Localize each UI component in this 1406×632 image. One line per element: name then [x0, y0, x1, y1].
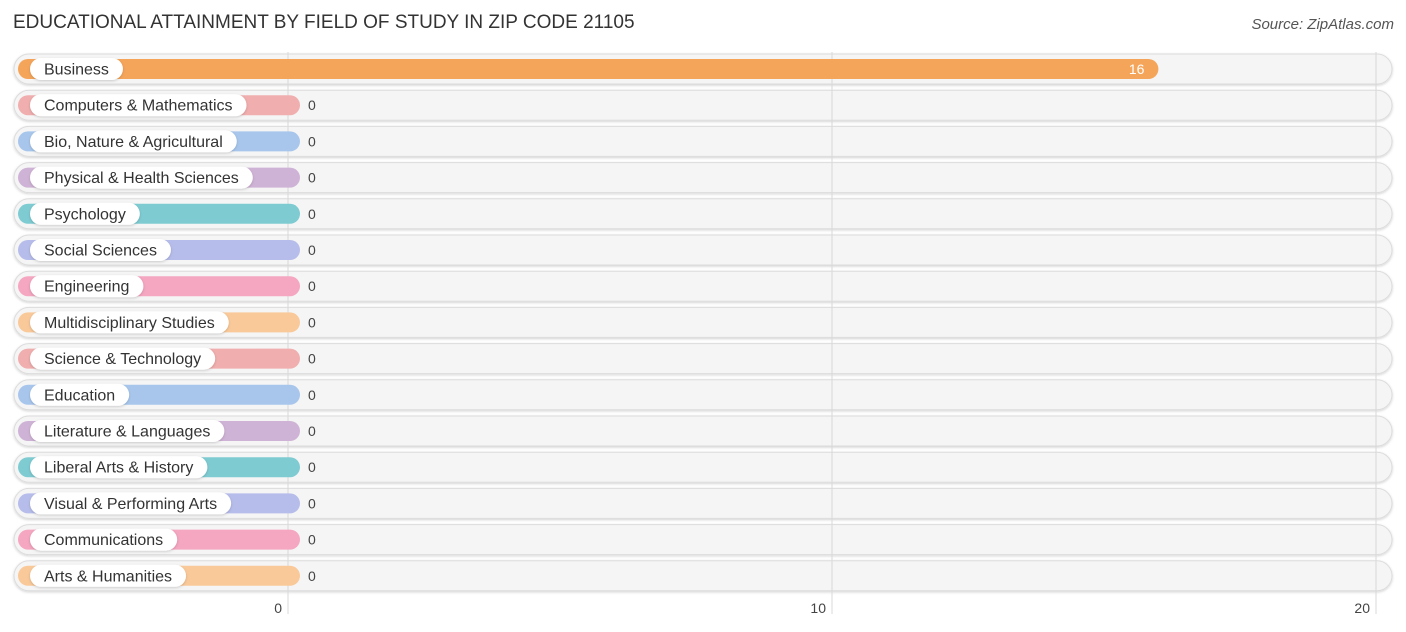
bar-row[interactable]: Engineering 0 — [18, 275, 316, 298]
value-label: 0 — [308, 423, 316, 439]
category-label: Education — [44, 387, 115, 404]
category-label: Business — [44, 62, 109, 79]
bar-row[interactable]: Psychology 0 — [18, 202, 316, 225]
category-label: Arts & Humanities — [44, 568, 172, 585]
bar-row[interactable]: Social Sciences 0 — [18, 239, 316, 261]
x-tick-label: 10 — [810, 600, 826, 616]
category-label: Psychology — [44, 206, 126, 223]
category-label: Engineering — [44, 279, 129, 296]
bar[interactable] — [18, 59, 1159, 79]
bar-row[interactable]: Bio, Nature & Agricultural 0 — [18, 130, 316, 153]
category-label: Physical & Health Sciences — [44, 170, 239, 187]
bar-chart: Business 16Computers & Mathematics 0Bio, N… — [13, 52, 1393, 616]
category-label: Bio, Nature & Agricultural — [44, 134, 223, 151]
value-label: 0 — [308, 459, 316, 475]
value-label: 0 — [308, 387, 316, 403]
value-label: 0 — [308, 133, 316, 149]
x-tick-label: 20 — [1354, 600, 1370, 616]
category-label: Literature & Languages — [44, 424, 210, 441]
value-label: 0 — [308, 532, 316, 548]
x-tick-label: 0 — [274, 600, 282, 616]
bar-row[interactable]: Computers & Mathematics 0 — [18, 94, 316, 117]
value-label: 0 — [308, 495, 316, 511]
bar-row[interactable]: Education 0 — [18, 383, 316, 406]
value-label: 0 — [308, 278, 316, 294]
category-label: Social Sciences — [44, 243, 157, 260]
category-label: Liberal Arts & History — [44, 460, 193, 477]
value-label: 0 — [308, 206, 316, 222]
bar-row[interactable]: Communications 0 — [18, 528, 316, 551]
value-label: 16 — [1129, 61, 1145, 77]
bar-row[interactable]: Literature & Languages 0 — [18, 420, 316, 442]
value-label: 0 — [308, 97, 316, 113]
value-label: 0 — [308, 568, 316, 584]
bar-row[interactable]: Arts & Humanities 0 — [18, 564, 316, 587]
category-label: Science & Technology — [44, 351, 201, 368]
category-label: Visual & Performing Arts — [44, 496, 217, 513]
category-label: Communications — [44, 532, 163, 549]
bar-row[interactable]: Business 16 — [18, 58, 1159, 80]
value-label: 0 — [308, 351, 316, 367]
category-label: Multidisciplinary Studies — [44, 315, 215, 332]
value-label: 0 — [308, 170, 316, 186]
bar-row[interactable]: Liberal Arts & History 0 — [18, 456, 316, 479]
bar-row[interactable]: Visual & Performing Arts 0 — [18, 492, 316, 515]
bar-row[interactable]: Physical & Health Sciences 0 — [18, 166, 316, 189]
value-label: 0 — [308, 314, 316, 330]
bar-row[interactable]: Multidisciplinary Studies 0 — [18, 311, 316, 334]
bar-row[interactable]: Science & Technology 0 — [18, 347, 316, 370]
category-label: Computers & Mathematics — [44, 98, 233, 115]
value-label: 0 — [308, 242, 316, 258]
